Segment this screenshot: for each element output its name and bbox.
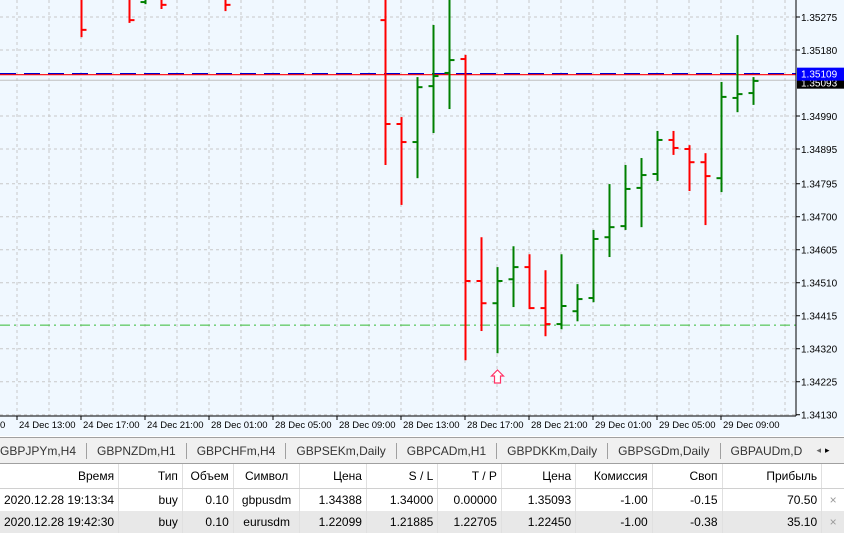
price-axis-label: 1.34700	[801, 213, 838, 224]
close-order-icon[interactable]: ×	[822, 489, 844, 512]
time-axis-label: 28 Dec 17:00	[467, 420, 524, 431]
cell-volume: 0.10	[182, 488, 234, 511]
time-axis-label: 28 Dec 09:00	[339, 420, 396, 431]
time-axis-label: 28 Dec 13:00	[403, 420, 460, 431]
col-time[interactable]: Время	[0, 464, 120, 489]
price-chart[interactable]: 1.35275 1.35180 1.34990 1.34895 1.34795 1.347…	[0, 0, 844, 436]
time-axis-label: 28 Dec 01:00	[211, 420, 268, 431]
tab-gbpnzdm[interactable]: GBPNZDm,H1	[87, 442, 187, 459]
cell-commission: -1.00	[575, 511, 653, 533]
cell-time: 2020.12.28 19:13:34	[0, 488, 120, 511]
price-axis-label: 1.34225	[801, 378, 838, 389]
tab-scroll: ◂ ▸	[802, 438, 844, 463]
col-swap[interactable]: Своп	[652, 464, 723, 489]
tab-gbpcadm[interactable]: GBPCADm,H1	[397, 442, 498, 459]
col-symbol[interactable]: Символ	[233, 464, 301, 489]
col-tp[interactable]: T / P	[437, 464, 502, 489]
bid-price-label: 1.35109	[801, 70, 838, 81]
price-axis-label: 1.34795	[801, 180, 838, 191]
time-axis-label: 00	[0, 420, 5, 431]
time-axis-label: 24 Dec 21:00	[147, 420, 204, 431]
time-axis-label: 29 Dec 05:00	[659, 420, 716, 431]
price-axis-label: 1.34510	[801, 279, 838, 290]
cell-price: 1.22450	[501, 511, 577, 533]
col-type[interactable]: Тип	[118, 464, 183, 489]
price-axis-label: 1.34605	[801, 246, 838, 257]
col-open-price[interactable]: Цена	[299, 464, 367, 489]
time-axis-label: 24 Dec 13:00	[19, 420, 76, 431]
col-sl[interactable]: S / L	[366, 464, 439, 489]
cell-type: buy	[118, 488, 183, 511]
col-volume[interactable]: Объем	[182, 464, 234, 489]
cell-tp: 1.22705	[437, 511, 502, 533]
cell-commission: -1.00	[575, 488, 653, 511]
cell-open-price: 1.34388	[299, 488, 367, 511]
price-axis-label: 1.34415	[801, 312, 838, 323]
scroll-left-icon[interactable]: ◂	[816, 445, 821, 456]
tab-gbpchfm[interactable]: GBPCHFm,H4	[187, 442, 287, 459]
time-axis-label: 24 Dec 17:00	[83, 420, 140, 431]
tab-gbpsekm[interactable]: GBPSEKm,Daily	[286, 442, 397, 459]
chart-tabs: GBPJPYm,H4 GBPNZDm,H1 GBPCHFm,H4 GBPSEKm…	[0, 437, 844, 464]
cell-price: 1.35093	[501, 488, 577, 511]
scroll-right-icon[interactable]: ▸	[825, 445, 830, 456]
table-row[interactable]: 2020.12.28 19:13:34 buy 0.10 gbpusdm 1.34388…	[0, 488, 844, 512]
chart-canvas[interactable]: 1.35275 1.35180 1.34990 1.34895 1.34795 1.347…	[0, 0, 844, 436]
table-row[interactable]: 2020.12.28 19:42:30 buy 0.10 eurusdm 1.22099…	[0, 511, 844, 533]
time-axis-label: 28 Dec 05:00	[275, 420, 332, 431]
cell-open-price: 1.22099	[299, 511, 367, 533]
price-axis-label: 1.34895	[801, 145, 838, 156]
cell-sl: 1.34000	[366, 488, 439, 511]
col-profit[interactable]: Прибыль	[722, 464, 823, 489]
cell-swap: -0.15	[652, 488, 723, 511]
cell-swap: -0.38	[652, 511, 723, 533]
time-axis-label: 29 Dec 01:00	[595, 420, 652, 431]
orders-table: Время Тип Объем Символ Цена S / L T / P …	[0, 464, 844, 533]
tab-gbpsgdm[interactable]: GBPSGDm,Daily	[608, 442, 721, 459]
cell-profit: 70.50	[722, 488, 823, 511]
table-header: Время Тип Объем Символ Цена S / L T / P …	[0, 464, 844, 489]
price-axis-label: 1.34130	[801, 411, 838, 422]
price-axis-label: 1.34990	[801, 112, 838, 123]
buy-arrow-icon	[490, 369, 505, 384]
price-axis-label: 1.35180	[801, 46, 838, 57]
time-axis-label: 28 Dec 21:00	[531, 420, 588, 431]
cell-sl: 1.21885	[366, 511, 439, 533]
close-order-icon[interactable]: ×	[821, 511, 844, 533]
price-axis-label: 1.34320	[801, 345, 838, 356]
tab-gbpdkkm[interactable]: GBPDKKm,Daily	[497, 442, 609, 459]
cell-volume: 0.10	[182, 511, 234, 533]
cell-profit: 35.10	[722, 511, 823, 533]
time-axis-label: 29 Dec 09:00	[723, 420, 780, 431]
cell-type: buy	[118, 511, 183, 533]
tab-gbpjpym[interactable]: GBPJPYm,H4	[0, 442, 88, 459]
cell-time: 2020.12.28 19:42:30	[0, 511, 120, 533]
col-price[interactable]: Цена	[501, 464, 577, 489]
cell-symbol: eurusdm	[233, 511, 301, 533]
col-commission[interactable]: Комиссия	[575, 464, 653, 489]
price-axis-label: 1.35275	[801, 13, 838, 24]
cell-symbol: gbpusdm	[233, 488, 301, 511]
cell-tp: 0.00000	[437, 488, 502, 511]
